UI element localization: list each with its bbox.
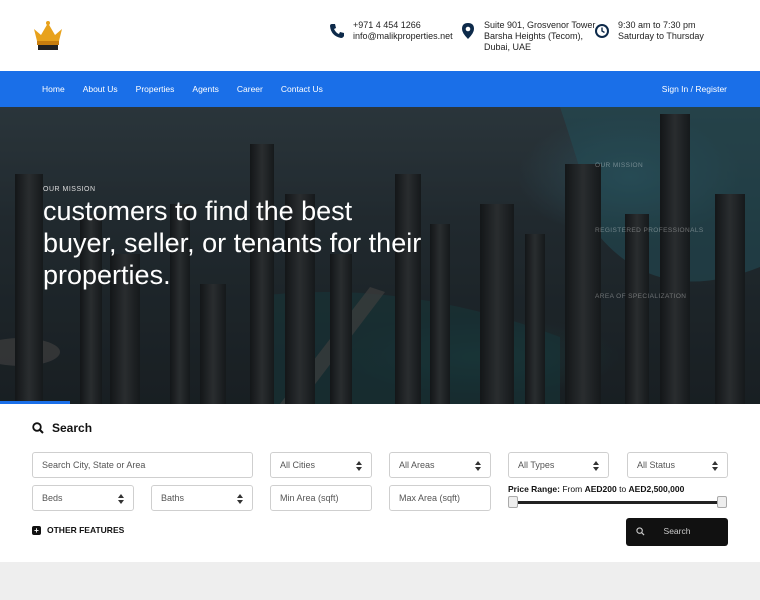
- beds-select-value: Beds: [42, 493, 63, 503]
- price-to-word: to: [619, 484, 627, 494]
- top-header: +971 4 454 1266 info@malikproperties.net…: [0, 0, 760, 71]
- phone-icon: [330, 24, 344, 38]
- hero-headline: customers to find the best buyer, seller…: [43, 196, 422, 290]
- sign-in-register-link[interactable]: Sign In / Register: [662, 71, 727, 107]
- other-features-label: OTHER FEATURES: [47, 525, 125, 535]
- phone-number[interactable]: +971 4 454 1266: [353, 20, 453, 31]
- hours-days: Saturday to Thursday: [618, 31, 704, 41]
- main-nav: Home About Us Properties Agents Career C…: [0, 71, 760, 107]
- types-select-value: All Types: [518, 460, 555, 470]
- max-area-placeholder: Max Area (sqft): [399, 493, 461, 503]
- search-button-label: Search: [663, 526, 691, 536]
- cities-select[interactable]: All Cities: [270, 452, 372, 478]
- contact-address: Suite 901, Grosvenor Tower Barsha Height…: [460, 20, 595, 53]
- max-area-input[interactable]: Max Area (sqft): [389, 485, 491, 511]
- search-heading: Search: [32, 421, 92, 435]
- hero-side-label-mission[interactable]: OUR MISSION: [595, 162, 643, 169]
- hero-eyebrow: OUR MISSION: [43, 186, 96, 193]
- baths-select[interactable]: Baths: [151, 485, 253, 511]
- sort-caret-icon: [712, 461, 718, 471]
- sort-caret-icon: [237, 494, 243, 504]
- address-line-3: Dubai, UAE: [484, 42, 532, 52]
- min-area-placeholder: Min Area (sqft): [280, 493, 339, 503]
- cities-select-value: All Cities: [280, 460, 316, 470]
- email-address[interactable]: info@malikproperties.net: [353, 31, 453, 42]
- min-area-input[interactable]: Min Area (sqft): [270, 485, 372, 511]
- search-icon: [32, 422, 44, 434]
- hours-time: 9:30 am to 7:30 pm: [618, 20, 696, 30]
- contact-hours: 9:30 am to 7:30 pm Saturday to Thursday: [594, 20, 704, 42]
- address-line-1: Suite 901, Grosvenor Tower: [484, 20, 596, 30]
- hero-side-label-specialization[interactable]: AREA OF SPECIALIZATION: [595, 293, 686, 300]
- next-section-band: [0, 562, 760, 600]
- price-range-title: Price Range:: [508, 484, 560, 494]
- price-min-value: AED200: [584, 484, 617, 494]
- status-select-value: All Status: [637, 460, 676, 470]
- contact-phone-email: +971 4 454 1266 info@malikproperties.net: [329, 20, 453, 42]
- nav-item-agents[interactable]: Agents: [183, 71, 227, 107]
- sort-caret-icon: [356, 461, 362, 471]
- clock-icon: [595, 24, 609, 38]
- types-select[interactable]: All Types: [508, 452, 609, 478]
- malik-logo[interactable]: [32, 19, 64, 51]
- other-features-toggle[interactable]: + OTHER FEATURES: [32, 525, 124, 535]
- address-line-2: Barsha Heights (Tecom),: [484, 31, 584, 41]
- nav-item-home[interactable]: Home: [33, 71, 74, 107]
- price-min-handle[interactable]: [508, 496, 518, 508]
- keyword-search-placeholder: Search City, State or Area: [42, 460, 146, 470]
- price-range-slider[interactable]: [512, 501, 722, 504]
- price-from-word: From: [562, 484, 583, 494]
- sort-caret-icon: [118, 494, 124, 504]
- beds-select[interactable]: Beds: [32, 485, 134, 511]
- keyword-search-input[interactable]: Search City, State or Area: [32, 452, 253, 478]
- nav-item-career[interactable]: Career: [228, 71, 272, 107]
- hero-banner: OUR MISSION customers to find the best b…: [0, 107, 760, 404]
- sort-caret-icon: [475, 461, 481, 471]
- price-range-label: Price Range: From AED200 to AED2,500,000: [508, 484, 684, 494]
- search-heading-label: Search: [52, 421, 93, 435]
- baths-select-value: Baths: [161, 493, 185, 503]
- map-pin-icon: [462, 23, 474, 39]
- plus-icon: +: [32, 525, 41, 535]
- sort-caret-icon: [593, 461, 599, 471]
- nav-item-properties[interactable]: Properties: [127, 71, 184, 107]
- status-select[interactable]: All Status: [627, 452, 728, 478]
- search-button[interactable]: Search: [626, 518, 728, 546]
- nav-item-contact-us[interactable]: Contact Us: [272, 71, 332, 107]
- areas-select-value: All Areas: [399, 460, 435, 470]
- price-max-handle[interactable]: [717, 496, 727, 508]
- areas-select[interactable]: All Areas: [389, 452, 491, 478]
- nav-item-about-us[interactable]: About Us: [74, 71, 127, 107]
- property-search-panel: Search Search City, State or Area All Ci…: [0, 404, 760, 562]
- price-max-value: AED2,500,000: [628, 484, 685, 494]
- hero-side-label-professionals[interactable]: REGISTERED PROFESSIONALS: [595, 227, 704, 234]
